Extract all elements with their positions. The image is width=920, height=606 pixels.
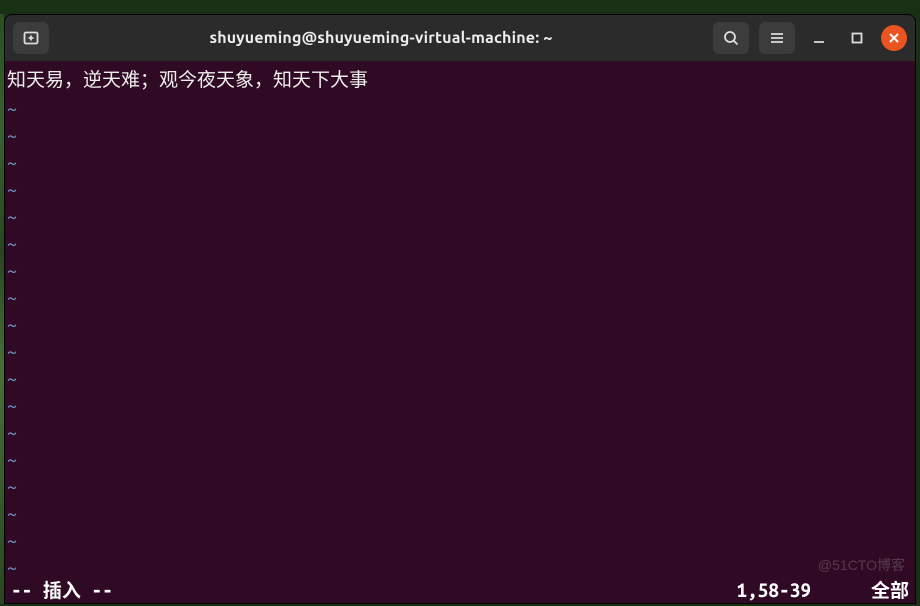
editor-content-line: 知天易，逆天难；观今夜天象，知天下大事 [5,61,915,91]
tilde-marker: ~ [7,151,17,178]
maximize-icon [850,31,864,45]
tilde-marker: ~ [7,367,17,394]
minimize-icon [812,31,826,45]
tilde-marker: ~ [7,232,17,259]
search-button[interactable] [713,22,749,54]
new-tab-icon [22,29,40,47]
tilde-marker: ~ [7,259,17,286]
tilde-marker: ~ [7,178,17,205]
tilde-column: ~ ~ ~ ~ ~ ~ ~ ~ ~ ~ ~ ~ ~ ~ ~ ~ ~ ~ [7,97,17,577]
vim-status-line: -- 插入 -- 1,58-39 全部 [5,577,915,603]
vim-mode-indicator: -- 插入 -- [11,578,113,602]
maximize-button[interactable] [843,24,871,52]
close-icon [888,32,900,44]
tilde-marker: ~ [7,97,17,124]
search-icon [722,29,740,47]
tilde-marker: ~ [7,421,17,448]
tilde-marker: ~ [7,475,17,502]
titlebar-right-cluster [713,22,907,54]
terminal-area[interactable]: 知天易，逆天难；观今夜天象，知天下大事 ~ ~ ~ ~ ~ ~ ~ ~ ~ ~ … [5,61,915,603]
menu-icon [768,29,786,47]
tilde-marker: ~ [7,205,17,232]
new-tab-button[interactable] [13,22,49,54]
tilde-marker: ~ [7,340,17,367]
tilde-marker: ~ [7,286,17,313]
vim-extent-indicator: 全部 [871,578,909,602]
close-button[interactable] [881,25,907,51]
tilde-marker: ~ [7,448,17,475]
tilde-marker: ~ [7,124,17,151]
tilde-marker: ~ [7,313,17,340]
terminal-window: shuyueming@shuyueming-virtual-machine: ~ [4,14,916,604]
tilde-marker: ~ [7,502,17,529]
tilde-marker: ~ [7,529,17,556]
minimize-button[interactable] [805,24,833,52]
watermark-text: @51CTO博客 [818,553,905,577]
titlebar: shuyueming@shuyueming-virtual-machine: ~ [5,15,915,61]
tilde-marker: ~ [7,394,17,421]
vim-cursor-position: 1,58-39 [737,578,811,602]
hamburger-menu-button[interactable] [759,22,795,54]
window-title: shuyueming@shuyueming-virtual-machine: ~ [55,29,707,47]
